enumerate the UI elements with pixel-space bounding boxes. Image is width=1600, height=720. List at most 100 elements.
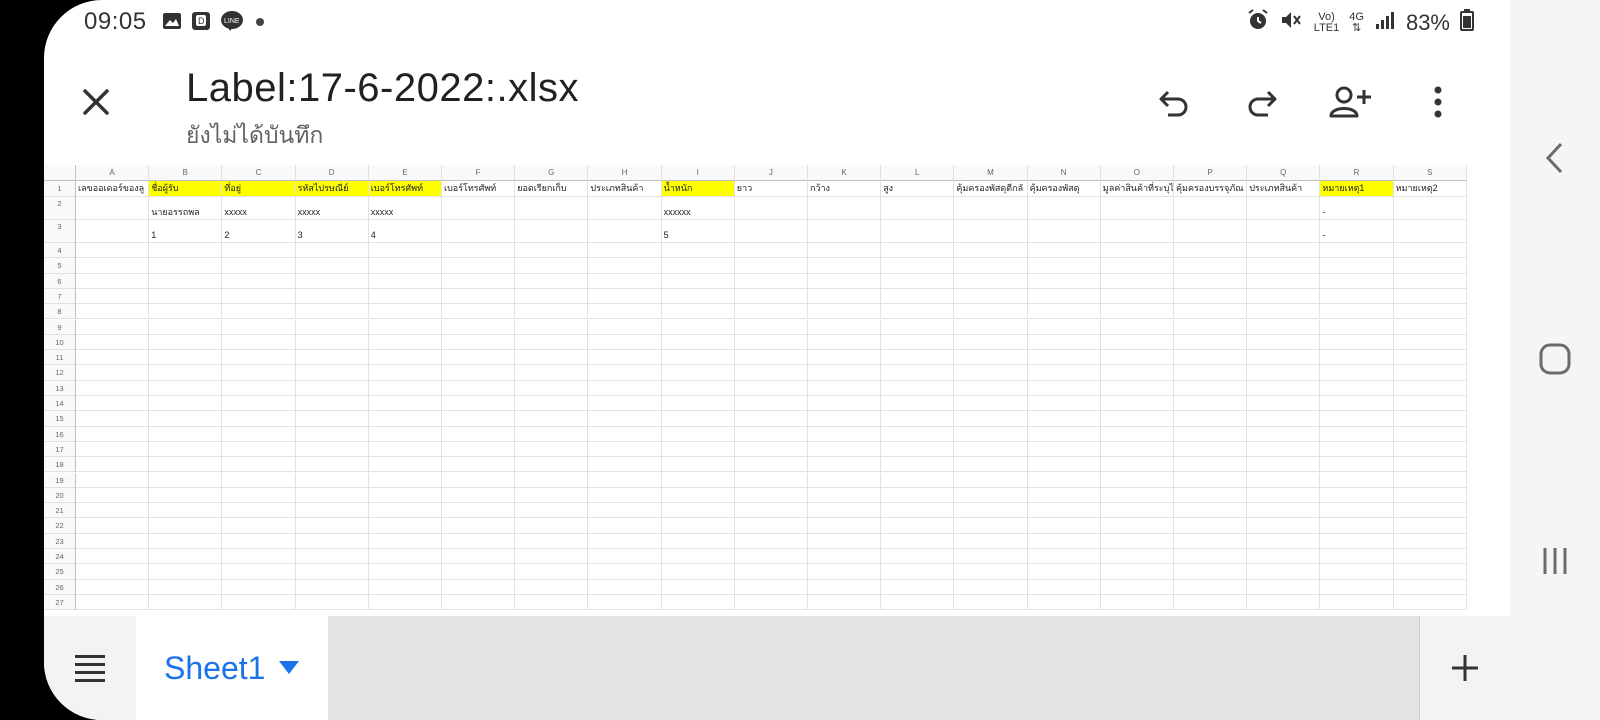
cell-F21[interactable] <box>442 503 516 519</box>
column-header[interactable]: P <box>1174 165 1248 181</box>
cell-Q21[interactable] <box>1247 503 1321 519</box>
cell-D24[interactable] <box>295 549 369 565</box>
cell-J24[interactable] <box>734 549 808 565</box>
cell-M14[interactable] <box>954 396 1028 412</box>
cell-E7[interactable] <box>368 288 442 305</box>
row-header[interactable]: 1 <box>44 181 76 197</box>
cell-P22[interactable] <box>1174 518 1248 534</box>
cell-S8[interactable] <box>1393 304 1467 320</box>
cell-C20[interactable] <box>222 487 296 504</box>
undo-button[interactable] <box>1150 78 1198 126</box>
cell-I17[interactable] <box>661 441 735 458</box>
cell-C14[interactable] <box>222 396 296 412</box>
cell-I9[interactable] <box>661 319 735 335</box>
cell-G24[interactable] <box>515 549 589 565</box>
cell-J18[interactable] <box>734 457 808 473</box>
cell-Q7[interactable] <box>1247 288 1321 305</box>
column-header[interactable]: Q <box>1247 165 1321 181</box>
cell-S1[interactable]: หมายเหตุ2 <box>1393 181 1467 197</box>
cell-K18[interactable] <box>808 457 882 473</box>
cell-N25[interactable] <box>1027 564 1101 580</box>
cell-P1[interactable]: คุ้มครองบรรจุภัณ <box>1174 181 1248 197</box>
cell-Q14[interactable] <box>1247 396 1321 412</box>
cell-H18[interactable] <box>588 457 662 473</box>
cell-J27[interactable] <box>734 594 808 611</box>
cell-D5[interactable] <box>295 258 369 274</box>
cell-L15[interactable] <box>881 411 955 427</box>
cell-B16[interactable] <box>149 426 223 442</box>
cell-M21[interactable] <box>954 503 1028 519</box>
cell-M15[interactable] <box>954 411 1028 427</box>
cell-M26[interactable] <box>954 579 1028 595</box>
cell-R21[interactable] <box>1320 503 1394 519</box>
cell-Q27[interactable] <box>1247 594 1321 611</box>
cell-D16[interactable] <box>295 426 369 442</box>
cell-I23[interactable] <box>661 533 735 549</box>
cell-B6[interactable] <box>149 273 223 289</box>
cell-L11[interactable] <box>881 350 955 366</box>
cell-M25[interactable] <box>954 564 1028 580</box>
row-header[interactable]: 18 <box>44 457 76 473</box>
cell-I6[interactable] <box>661 273 735 289</box>
cell-F1[interactable]: เบอร์โทรศัพท์ <box>442 181 516 197</box>
cell-F25[interactable] <box>442 564 516 580</box>
cell-G21[interactable] <box>515 503 589 519</box>
cell-E15[interactable] <box>368 411 442 427</box>
cell-K19[interactable] <box>808 472 882 488</box>
cell-N9[interactable] <box>1027 319 1101 335</box>
cell-E1[interactable]: เบอร์โทรศัพท์ <box>368 181 442 197</box>
row-header[interactable]: 20 <box>44 487 76 504</box>
cell-Q9[interactable] <box>1247 319 1321 335</box>
cell-Q17[interactable] <box>1247 441 1321 458</box>
cell-J5[interactable] <box>734 258 808 274</box>
cell-G14[interactable] <box>515 396 589 412</box>
cell-G16[interactable] <box>515 426 589 442</box>
cell-B4[interactable] <box>149 243 223 259</box>
cell-D1[interactable]: รหัสไปรษณีย์ <box>295 181 369 197</box>
cell-C25[interactable] <box>222 564 296 580</box>
column-header[interactable]: F <box>442 165 516 181</box>
cell-D21[interactable] <box>295 503 369 519</box>
cell-L6[interactable] <box>881 273 955 289</box>
cell-B1[interactable]: ชื่อผู้รับ <box>149 181 223 197</box>
cell-G8[interactable] <box>515 304 589 320</box>
cell-Q26[interactable] <box>1247 579 1321 595</box>
cell-D7[interactable] <box>295 288 369 305</box>
cell-I20[interactable] <box>661 487 735 504</box>
row-header[interactable]: 6 <box>44 273 76 289</box>
row-header[interactable]: 23 <box>44 533 76 549</box>
cell-M19[interactable] <box>954 472 1028 488</box>
cell-C12[interactable] <box>222 365 296 381</box>
cell-F7[interactable] <box>442 288 516 305</box>
cell-O12[interactable] <box>1100 365 1174 381</box>
cell-B18[interactable] <box>149 457 223 473</box>
cell-K5[interactable] <box>808 258 882 274</box>
select-all-corner[interactable] <box>44 165 76 181</box>
cell-D18[interactable] <box>295 457 369 473</box>
row-header[interactable]: 25 <box>44 564 76 580</box>
cell-M8[interactable] <box>954 304 1028 320</box>
cell-A27[interactable] <box>76 594 150 611</box>
cell-I14[interactable] <box>661 396 735 412</box>
cell-O8[interactable] <box>1100 304 1174 320</box>
cell-B20[interactable] <box>149 487 223 504</box>
cell-F16[interactable] <box>442 426 516 442</box>
cell-R10[interactable] <box>1320 334 1394 351</box>
cell-R9[interactable] <box>1320 319 1394 335</box>
cell-I12[interactable] <box>661 365 735 381</box>
cell-E4[interactable] <box>368 243 442 259</box>
cell-N7[interactable] <box>1027 288 1101 305</box>
cell-J20[interactable] <box>734 487 808 504</box>
cell-H21[interactable] <box>588 503 662 519</box>
cell-J10[interactable] <box>734 334 808 351</box>
cell-P7[interactable] <box>1174 288 1248 305</box>
back-button[interactable] <box>1510 140 1600 181</box>
cell-S19[interactable] <box>1393 472 1467 488</box>
column-header[interactable]: J <box>734 165 808 181</box>
cell-H2[interactable] <box>588 197 662 220</box>
cell-J15[interactable] <box>734 411 808 427</box>
cell-H15[interactable] <box>588 411 662 427</box>
cell-K21[interactable] <box>808 503 882 519</box>
cell-D25[interactable] <box>295 564 369 580</box>
cell-I1[interactable]: น้ำหนัก <box>661 181 735 197</box>
